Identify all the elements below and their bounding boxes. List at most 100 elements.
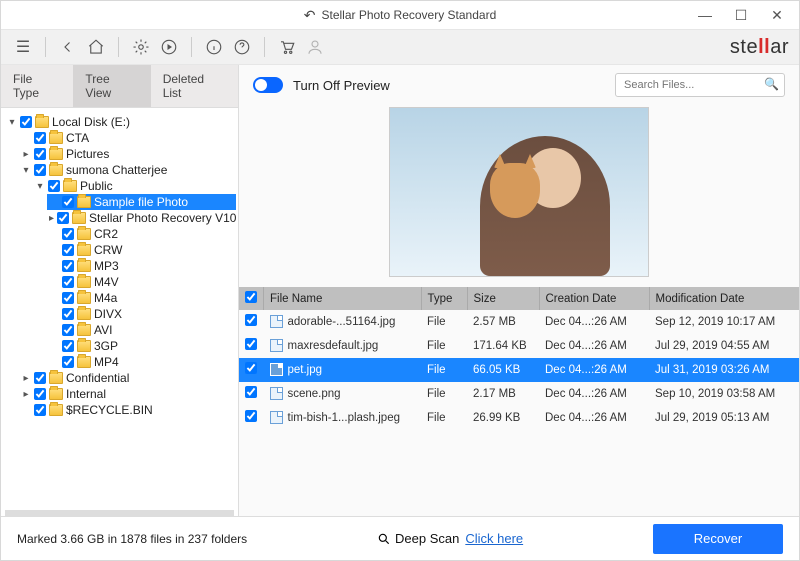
folder-icon <box>77 244 91 256</box>
right-panel: Turn Off Preview 🔍 File Name Type Size C… <box>239 65 799 516</box>
search-icon[interactable]: 🔍 <box>764 77 779 91</box>
tree-node[interactable]: CRW <box>47 242 236 258</box>
folder-icon <box>49 148 63 160</box>
tree-node[interactable]: ▸Confidential <box>19 370 236 386</box>
row-checkbox[interactable] <box>245 410 257 422</box>
help-icon[interactable] <box>230 35 254 59</box>
tree-node-root[interactable]: ▾Local Disk (E:) <box>5 114 236 130</box>
folder-icon <box>77 228 91 240</box>
tree-node[interactable]: CR2 <box>47 226 236 242</box>
col-creation-date[interactable]: Creation Date <box>539 287 649 310</box>
tree-node[interactable]: DIVX <box>47 306 236 322</box>
menu-icon[interactable]: ☰ <box>11 35 35 59</box>
file-type: File <box>421 358 467 382</box>
file-name: pet.jpg <box>288 364 323 376</box>
row-checkbox[interactable] <box>245 362 257 374</box>
select-all-checkbox[interactable] <box>245 291 257 303</box>
preview-toggle[interactable] <box>253 77 283 93</box>
close-button[interactable]: ✕ <box>759 1 795 29</box>
tree-node[interactable]: CTA <box>19 130 236 146</box>
file-type: File <box>421 334 467 358</box>
file-modification-date: Sep 10, 2019 03:58 AM <box>649 382 799 406</box>
file-name: scene.png <box>288 388 341 400</box>
folder-icon <box>77 340 91 352</box>
file-list[interactable]: File Name Type Size Creation Date Modifi… <box>239 287 799 516</box>
tree-node[interactable]: MP3 <box>47 258 236 274</box>
back-icon[interactable] <box>56 35 80 59</box>
tree-node[interactable]: AVI <box>47 322 236 338</box>
table-row[interactable]: tim-bish-1...plash.jpegFile26.99 KBDec 0… <box>239 406 799 430</box>
tree-checkbox[interactable] <box>20 116 32 128</box>
table-row[interactable]: maxresdefault.jpgFile171.64 KBDec 04...:… <box>239 334 799 358</box>
file-icon <box>270 411 283 424</box>
file-name: maxresdefault.jpg <box>288 340 379 352</box>
folder-icon <box>49 132 63 144</box>
tree-node[interactable]: $RECYCLE.BIN <box>19 402 236 418</box>
file-icon <box>270 363 283 376</box>
table-row[interactable]: scene.pngFile2.17 MBDec 04...:26 AMSep 1… <box>239 382 799 406</box>
folder-icon <box>77 356 91 368</box>
status-text: Marked 3.66 GB in 1878 files in 237 fold… <box>17 532 247 546</box>
col-filename[interactable]: File Name <box>264 287 422 310</box>
folder-tree[interactable]: ▾Local Disk (E:) CTA ▸Pictures ▾sumona C… <box>1 108 238 510</box>
file-modification-date: Sep 12, 2019 10:17 AM <box>649 310 799 334</box>
tree-node[interactable]: ▾sumona Chatterjee <box>19 162 236 178</box>
tree-node[interactable]: ▸Pictures <box>19 146 236 162</box>
tree-node[interactable]: ▸Internal <box>19 386 236 402</box>
folder-icon <box>77 324 91 336</box>
tree-node[interactable]: ▸Stellar Photo Recovery V10 <box>47 210 236 226</box>
folder-icon <box>49 372 63 384</box>
gear-icon[interactable] <box>129 35 153 59</box>
preview-toggle-label: Turn Off Preview <box>293 78 390 93</box>
folder-icon <box>49 388 63 400</box>
sidebar: File Type Tree View Deleted List ▾Local … <box>1 65 239 516</box>
cart-icon[interactable] <box>275 35 299 59</box>
col-type[interactable]: Type <box>421 287 467 310</box>
brand-logo: stellar <box>730 36 789 59</box>
folder-icon <box>77 308 91 320</box>
user-icon[interactable] <box>303 35 327 59</box>
table-row[interactable]: adorable-...51164.jpgFile2.57 MBDec 04..… <box>239 310 799 334</box>
tree-node[interactable]: ▾Public <box>33 178 236 194</box>
maximize-button[interactable]: ☐ <box>723 1 759 29</box>
file-size: 26.99 KB <box>467 406 539 430</box>
file-modification-date: Jul 29, 2019 05:13 AM <box>649 406 799 430</box>
file-size: 2.57 MB <box>467 310 539 334</box>
tree-node-selected[interactable]: Sample file Photo <box>47 194 236 210</box>
recover-button[interactable]: Recover <box>653 524 783 554</box>
file-type: File <box>421 382 467 406</box>
tab-tree-view[interactable]: Tree View <box>73 65 150 107</box>
undo-icon[interactable]: ↶ <box>304 7 316 24</box>
deepscan-label: Deep Scan <box>377 531 459 546</box>
tree-node[interactable]: 3GP <box>47 338 236 354</box>
table-row[interactable]: pet.jpgFile66.05 KBDec 04...:26 AMJul 31… <box>239 358 799 382</box>
row-checkbox[interactable] <box>245 314 257 326</box>
deepscan-link[interactable]: Click here <box>465 531 523 546</box>
minimize-button[interactable]: — <box>687 1 723 29</box>
row-checkbox[interactable] <box>245 386 257 398</box>
file-icon <box>270 387 283 400</box>
info-icon[interactable] <box>202 35 226 59</box>
file-name: adorable-...51164.jpg <box>288 316 396 328</box>
title-bar: ↶ Stellar Photo Recovery Standard — ☐ ✕ <box>1 1 799 29</box>
tab-file-type[interactable]: File Type <box>1 65 73 107</box>
file-creation-date: Dec 04...:26 AM <box>539 358 649 382</box>
file-creation-date: Dec 04...:26 AM <box>539 406 649 430</box>
col-size[interactable]: Size <box>467 287 539 310</box>
folder-icon <box>49 404 63 416</box>
tree-node[interactable]: MP4 <box>47 354 236 370</box>
home-icon[interactable] <box>84 35 108 59</box>
resume-icon[interactable] <box>157 35 181 59</box>
tab-deleted-list[interactable]: Deleted List <box>151 65 238 107</box>
file-type: File <box>421 310 467 334</box>
row-checkbox[interactable] <box>245 338 257 350</box>
file-creation-date: Dec 04...:26 AM <box>539 334 649 358</box>
file-icon <box>270 339 283 352</box>
folder-icon <box>77 260 91 272</box>
tree-node[interactable]: M4a <box>47 290 236 306</box>
col-modification-date[interactable]: Modification Date <box>649 287 799 310</box>
tree-node[interactable]: M4V <box>47 274 236 290</box>
search-input[interactable] <box>615 73 785 97</box>
footer: Marked 3.66 GB in 1878 files in 237 fold… <box>1 516 799 560</box>
file-creation-date: Dec 04...:26 AM <box>539 382 649 406</box>
